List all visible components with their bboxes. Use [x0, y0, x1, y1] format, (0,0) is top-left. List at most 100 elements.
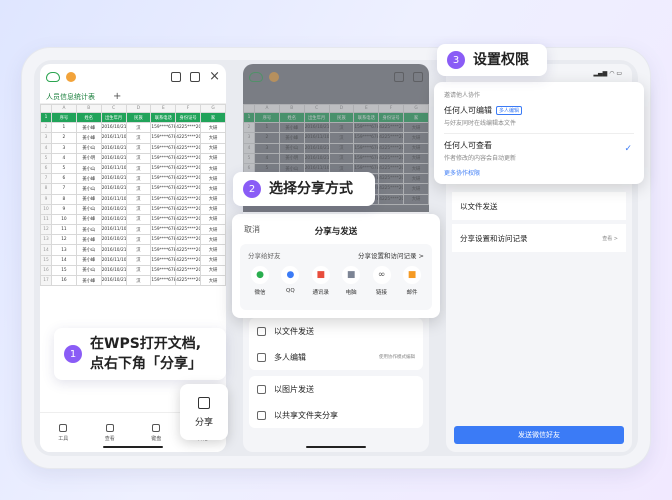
table-cell[interactable]: 4225****20060225***: [378, 142, 405, 154]
table-cell[interactable]: 159****6789: [353, 152, 380, 164]
table-cell[interactable]: 4225****20060225***: [378, 132, 405, 144]
table-cell[interactable]: 5: [51, 162, 77, 175]
table-cell[interactable]: 15: [51, 264, 77, 277]
add-sheet-icon[interactable]: +: [113, 91, 121, 102]
column-header[interactable]: B: [278, 104, 305, 113]
row-number[interactable]: 2: [40, 122, 52, 134]
row-number[interactable]: 4: [40, 142, 52, 154]
table-cell[interactable]: 姜小山: [75, 264, 102, 277]
table-cell[interactable]: 4225****20060225***: [378, 173, 405, 185]
view-link[interactable]: 查看 >: [602, 235, 618, 242]
table-cell[interactable]: 159****6789: [150, 213, 177, 226]
header-cell[interactable]: 序号: [254, 111, 280, 124]
row-number[interactable]: 10: [40, 203, 52, 215]
header-cell[interactable]: 姓名: [278, 111, 305, 124]
table-cell[interactable]: 4225****20060225***: [175, 162, 202, 175]
table-cell[interactable]: 4225****20060225***: [175, 254, 202, 266]
row-number[interactable]: 11: [40, 213, 52, 226]
row-number[interactable]: 3: [243, 132, 255, 144]
table-cell[interactable]: 4225****20060225***: [378, 152, 405, 164]
table-cell[interactable]: 姜小峰: [75, 193, 102, 205]
header-cell[interactable]: 民族: [328, 111, 355, 124]
table-cell[interactable]: 13: [51, 244, 77, 256]
table-cell[interactable]: 159****6789: [150, 274, 177, 287]
table-cell[interactable]: 姜小峰: [75, 132, 102, 144]
column-header[interactable]: F: [378, 104, 405, 113]
table-cell[interactable]: 汉: [125, 264, 152, 277]
table-cell[interactable]: 10: [51, 213, 77, 226]
row-number[interactable]: 14: [40, 244, 52, 256]
row-number[interactable]: 7: [40, 173, 52, 185]
table-cell[interactable]: 2016/11/10: [303, 132, 330, 144]
table-cell[interactable]: 2016/10/21: [303, 152, 330, 164]
row-number[interactable]: 1: [40, 111, 52, 124]
column-header[interactable]: E: [353, 104, 380, 113]
table-cell[interactable]: 159****6789: [150, 244, 177, 256]
table-cell[interactable]: 16: [51, 274, 77, 287]
grid-view-icon[interactable]: [171, 72, 182, 82]
table-cell[interactable]: 4225****20060225***: [175, 122, 202, 134]
table-cell[interactable]: 159****6789: [150, 152, 177, 164]
table-cell[interactable]: 姜小山: [75, 224, 102, 236]
table-cell[interactable]: 汉: [328, 152, 355, 164]
table-cell[interactable]: 汉: [328, 142, 355, 154]
table-cell[interactable]: 大研: [200, 132, 226, 144]
row-number[interactable]: 6: [40, 162, 52, 175]
column-header[interactable]: C: [100, 104, 127, 113]
table-cell[interactable]: 159****6789: [353, 132, 380, 144]
table-cell[interactable]: 2016/10/21: [100, 213, 127, 226]
multi-edit-option[interactable]: 多人编辑 使用协作模式编辑: [249, 344, 423, 370]
header-cell[interactable]: 联系电话: [353, 111, 380, 124]
column-header[interactable]: F: [175, 104, 202, 113]
table-cell[interactable]: 姜小峰: [75, 234, 102, 246]
column-header[interactable]: D: [125, 104, 152, 113]
table-cell[interactable]: 大研: [403, 122, 429, 134]
table-cell[interactable]: 2016/11/10: [100, 162, 127, 175]
table-cell[interactable]: 大研: [403, 142, 429, 154]
table-cell[interactable]: 大研: [200, 244, 226, 256]
table-cell[interactable]: 2016/10/21: [100, 244, 127, 256]
header-cell[interactable]: 民族: [125, 111, 152, 124]
table-cell[interactable]: 姜小峰: [75, 213, 102, 226]
column-header[interactable]: A: [51, 104, 77, 113]
table-cell[interactable]: 汉: [125, 224, 152, 236]
table-cell[interactable]: 159****6789: [150, 122, 177, 134]
table-cell[interactable]: 2016/10/21: [100, 203, 127, 215]
row-number[interactable]: 1: [243, 111, 255, 124]
table-cell[interactable]: 大研: [403, 162, 429, 175]
table-cell[interactable]: 4225****20060225***: [175, 142, 202, 154]
toolbar-item[interactable]: 查看: [105, 423, 115, 442]
table-cell[interactable]: 159****6789: [150, 173, 177, 185]
table-cell[interactable]: 汉: [125, 142, 152, 154]
header-cell[interactable]: 身份证号: [175, 111, 202, 124]
share-settings-option[interactable]: 分享设置和访问记录 查看 >: [452, 224, 626, 252]
table-cell[interactable]: 8: [51, 193, 77, 205]
table-cell[interactable]: 4225****20060225***: [175, 234, 202, 246]
table-cell[interactable]: 汉: [125, 183, 152, 195]
table-cell[interactable]: 大研: [200, 193, 226, 205]
toolbar-item[interactable]: 工具: [58, 423, 68, 442]
table-cell[interactable]: 4: [51, 152, 77, 164]
table-cell[interactable]: 姜小山: [75, 142, 102, 154]
table-cell[interactable]: 汉: [125, 244, 152, 256]
table-cell[interactable]: 汉: [125, 173, 152, 185]
row-number[interactable]: 5: [40, 152, 52, 164]
send-wechat-button[interactable]: 发送微信好友: [454, 426, 624, 444]
table-cell[interactable]: 12: [51, 234, 77, 246]
table-cell[interactable]: 159****6789: [353, 122, 380, 134]
table-cell[interactable]: 大研: [200, 142, 226, 154]
share-button[interactable]: 分享: [180, 384, 228, 440]
table-cell[interactable]: 姜小峰: [278, 122, 305, 134]
row-number[interactable]: 13: [40, 234, 52, 246]
table-cell[interactable]: 2016/11/10: [100, 224, 127, 236]
table-cell[interactable]: 姜小山: [75, 162, 102, 175]
row-number[interactable]: 5: [243, 152, 255, 164]
table-cell[interactable]: 4225****20060225***: [175, 183, 202, 195]
table-cell[interactable]: 159****6789: [150, 142, 177, 154]
send-as-image-option[interactable]: 以图片发送: [249, 376, 423, 402]
table-cell[interactable]: 2016/10/21: [100, 274, 127, 287]
table-cell[interactable]: 汉: [125, 274, 152, 287]
table-cell[interactable]: 4225****20060225***: [175, 132, 202, 144]
share-app-2[interactable]: ■ 通讯录: [309, 266, 333, 296]
send-as-file-option[interactable]: 以文件发送: [452, 192, 626, 220]
